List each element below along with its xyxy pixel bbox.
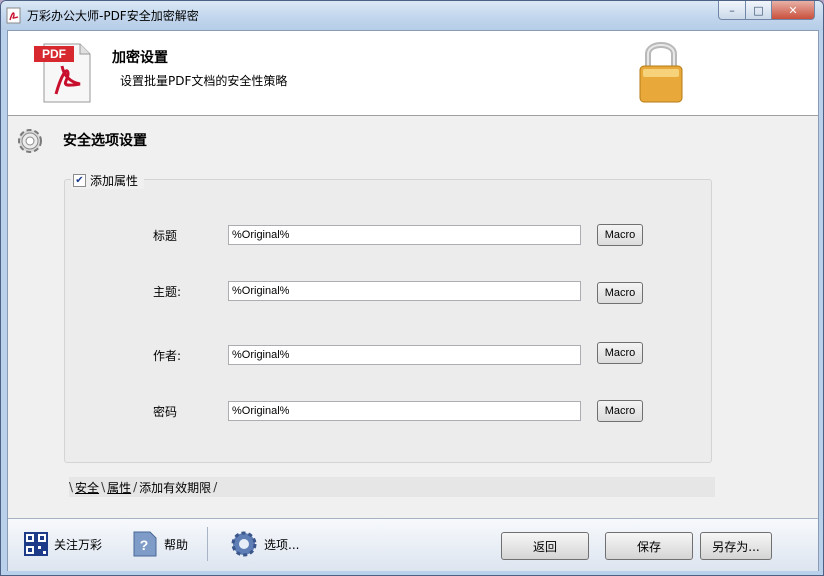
header-title: 加密设置	[112, 50, 168, 66]
pdf-icon-text: PDF	[42, 47, 66, 61]
footer-separator	[207, 527, 208, 561]
follow-label: 关注万彩	[54, 537, 103, 552]
title-input[interactable]: %Original%	[228, 225, 581, 245]
title-macro-button[interactable]: Macro	[597, 224, 643, 246]
app-icon	[6, 7, 21, 24]
subject-input[interactable]: %Original%	[228, 281, 581, 301]
header-subtitle: 设置批量PDF文档的安全性策略	[120, 74, 288, 88]
tab-separator: /	[213, 480, 218, 494]
subject-macro-button[interactable]: Macro	[597, 282, 643, 304]
svg-text:?: ?	[140, 537, 149, 553]
title-label: 标题	[153, 229, 178, 243]
app-window: 万彩办公大师-PDF安全加密解密 – □ ✕ PDF 加密设置 设置批量PDF文…	[0, 0, 824, 576]
password-label: 密码	[153, 405, 178, 419]
tab-security[interactable]: 安全	[73, 479, 101, 496]
options-label: 选项...	[264, 537, 300, 552]
qr-code-icon	[24, 532, 48, 556]
pdf-file-icon: PDF	[34, 43, 91, 103]
save-as-button[interactable]: 另存为...	[700, 532, 772, 560]
password-macro-button[interactable]: Macro	[597, 400, 643, 422]
author-macro-button[interactable]: Macro	[597, 342, 643, 364]
maximize-button[interactable]: □	[746, 1, 772, 20]
subject-label: 主题:	[153, 285, 182, 299]
options-button[interactable]: 选项...	[230, 531, 299, 557]
gear-icon	[18, 129, 42, 153]
options-gear-icon	[231, 531, 257, 557]
add-properties-legend: ✔ 添加属性	[71, 171, 145, 189]
window-title: 万彩办公大师-PDF安全加密解密	[27, 9, 199, 23]
close-icon: ✕	[788, 3, 798, 17]
add-properties-label: 添加属性	[90, 173, 139, 188]
tab-properties[interactable]: 属性	[105, 479, 133, 496]
help-icon: ?	[133, 531, 157, 557]
footer-bar: 关注万彩 ? 帮助 选项... 返回 保存 另存为...	[8, 518, 818, 571]
maximize-icon: □	[753, 3, 764, 17]
save-button[interactable]: 保存	[605, 532, 693, 560]
client-area: PDF 加密设置 设置批量PDF文档的安全性策略 安全选项设置 ✔ 添加属性 标…	[7, 30, 819, 571]
close-button[interactable]: ✕	[772, 1, 815, 20]
follow-button[interactable]: 关注万彩	[24, 531, 102, 557]
tab-expiration[interactable]: 添加有效期限	[137, 479, 213, 496]
minimize-icon: –	[729, 3, 735, 17]
help-label: 帮助	[164, 537, 189, 552]
minimize-button[interactable]: –	[718, 1, 746, 20]
window-controls: – □ ✕	[718, 1, 815, 21]
add-properties-checkbox[interactable]: ✔	[73, 173, 86, 187]
section-title: 安全选项设置	[63, 133, 147, 149]
back-button[interactable]: 返回	[501, 532, 589, 560]
author-label: 作者:	[153, 349, 182, 363]
author-input[interactable]: %Original%	[228, 345, 581, 365]
tab-strip: \ 安全 \ 属性 / 添加有效期限 /	[69, 477, 715, 497]
password-input[interactable]: %Original%	[228, 401, 581, 421]
title-bar[interactable]: 万彩办公大师-PDF安全加密解密 – □ ✕	[1, 1, 823, 30]
padlock-icon	[639, 42, 683, 103]
help-button[interactable]: ? 帮助	[132, 531, 188, 557]
header-panel: PDF 加密设置 设置批量PDF文档的安全性策略	[8, 31, 818, 116]
checkmark-icon: ✔	[75, 174, 84, 186]
